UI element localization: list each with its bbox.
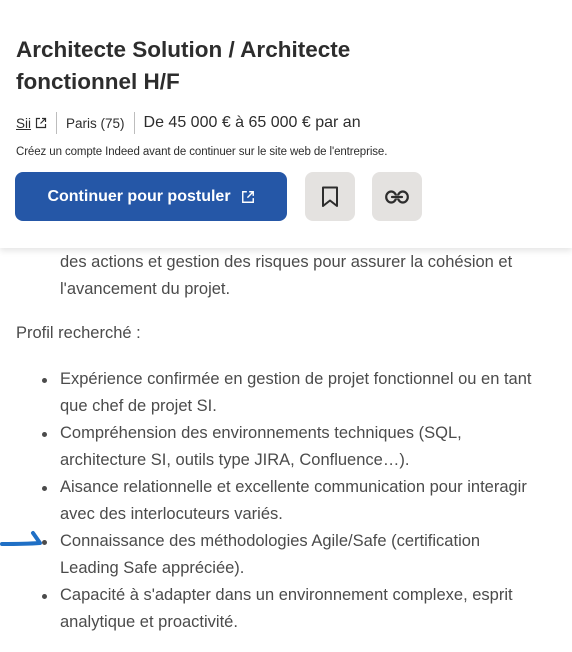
list-item-text: Connaissance des méthodologies Agile/Saf… — [60, 532, 481, 577]
bullet-dot — [42, 594, 47, 599]
job-header: Architecte Solution / Architecte fonctio… — [0, 0, 572, 248]
save-job-button[interactable] — [305, 172, 355, 221]
list-item-text: Compréhension des environnements techniq… — [60, 424, 462, 469]
apply-button[interactable]: Continuer pour postuler — [15, 172, 287, 221]
list-item: Compréhension des environnements techniq… — [0, 420, 560, 474]
list-item-text: Expérience confirmée en gestion de proje… — [60, 370, 532, 415]
list-item: Aisance relationnelle et excellente comm… — [0, 474, 560, 528]
list-item-text: Capacité à s'adapter dans un environneme… — [60, 586, 513, 631]
bookmark-icon — [322, 186, 338, 207]
external-link-icon — [35, 117, 47, 129]
bullet-dot — [42, 486, 47, 491]
requirements-list: Expérience confirmée en gestion de proje… — [0, 366, 560, 636]
list-item: Connaissance des méthodologies Agile/Saf… — [0, 528, 560, 582]
copy-link-button[interactable] — [372, 172, 422, 221]
meta-divider — [56, 112, 58, 134]
company-name: Sii — [16, 115, 32, 131]
description-continued-text: des actions et gestion des risques pour … — [60, 253, 513, 298]
job-title: Architecte Solution / Architecte fonctio… — [16, 37, 351, 94]
list-item-text: Aisance relationnelle et excellente comm… — [60, 478, 527, 523]
list-item: Capacité à s'adapter dans un environneme… — [0, 582, 560, 636]
list-item: Expérience confirmée en gestion de proje… — [0, 366, 560, 420]
job-salary: De 45 000 € à 65 000 € par an — [143, 114, 361, 131]
apply-button-label: Continuer pour postuler — [47, 187, 231, 205]
account-notice: Créez un compte Indeed avant de continue… — [16, 146, 388, 158]
link-icon — [385, 189, 409, 204]
job-meta: Sii Paris (75) De 45 000 € à 65 000 € pa… — [16, 110, 361, 136]
external-link-icon — [241, 190, 254, 203]
profile-heading: Profil recherché : — [16, 324, 141, 342]
bullet-dot — [42, 378, 47, 383]
company-link[interactable]: Sii — [16, 116, 47, 131]
job-description: des actions et gestion des risques pour … — [0, 248, 572, 652]
job-location: Paris (75) — [66, 115, 125, 131]
meta-divider — [133, 112, 135, 134]
pointer-arrow-icon — [0, 531, 42, 546]
bullet-dot — [42, 432, 47, 437]
